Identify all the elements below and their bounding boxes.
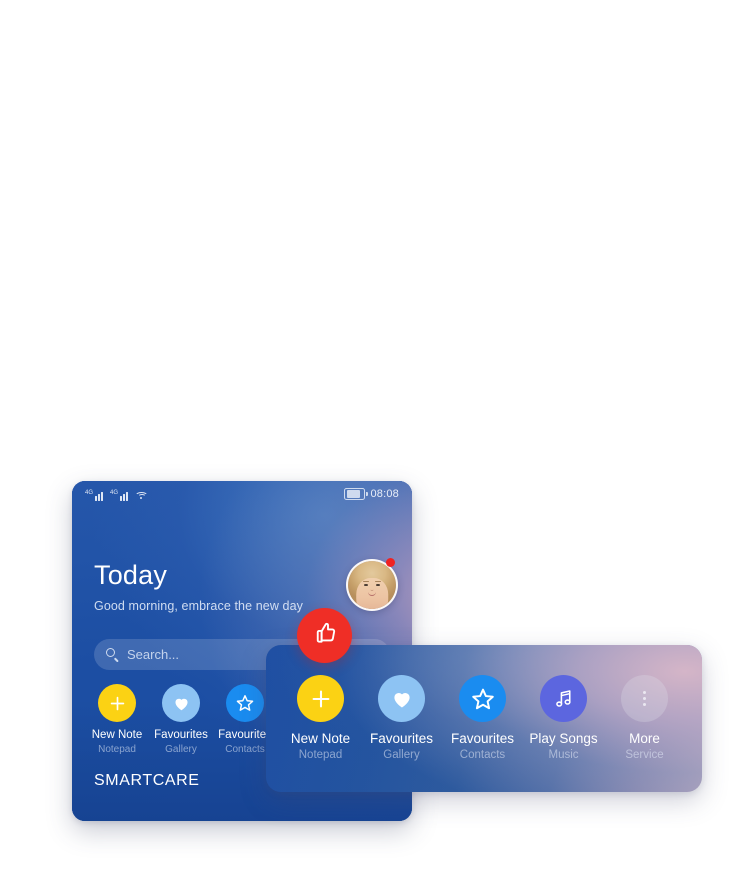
- star-icon: [226, 684, 264, 722]
- card-app-sublabel: Service: [625, 749, 664, 761]
- card-app-sublabel: Music: [548, 749, 579, 761]
- card-app-grid: New Note Notepad Favourites Gallery Favo…: [266, 675, 702, 763]
- card-app-sublabel: Gallery: [383, 749, 420, 761]
- card-shortcut-play-songs[interactable]: Play Songs Music: [523, 675, 604, 763]
- card-shortcut-favourites-contacts[interactable]: Favourites Contacts: [442, 675, 523, 763]
- app-shortcut-favourites-gallery[interactable]: Favourites Gallery: [149, 684, 213, 756]
- app-shortcut-new-note[interactable]: New Note Notepad: [85, 684, 149, 756]
- card-shortcut-favourites-gallery[interactable]: Favourites Gallery: [361, 675, 442, 763]
- card-app-label: More: [629, 731, 660, 746]
- page-subtitle: Good morning, embrace the new day: [94, 599, 303, 613]
- clock: 08:08: [370, 488, 399, 500]
- plus-icon: [297, 675, 344, 722]
- card-app-label: Favourites: [369, 731, 434, 746]
- vertical-dots: [642, 690, 647, 707]
- status-bar: 4G 4G 08:08: [72, 481, 412, 507]
- battery-icon: [344, 488, 368, 500]
- card-shortcut-new-note[interactable]: New Note Notepad: [280, 675, 361, 763]
- music-note-icon: [540, 675, 587, 722]
- thumbs-up-icon: [310, 618, 340, 653]
- card-app-label: Play Songs: [529, 731, 598, 746]
- card-shortcut-more[interactable]: More Service: [604, 675, 685, 763]
- search-input[interactable]: Search...: [127, 647, 179, 662]
- wifi-icon: [135, 491, 149, 501]
- search-icon: [106, 648, 119, 663]
- status-bar-right: 08:08: [344, 488, 399, 500]
- app-sublabel: Notepad: [98, 744, 136, 755]
- card-app-sublabel: Contacts: [459, 749, 506, 761]
- more-dots-icon: [621, 675, 668, 722]
- card-app-sublabel: Notepad: [298, 749, 343, 761]
- page-title: Today: [94, 560, 168, 590]
- avatar-photo: [348, 561, 396, 609]
- heart-icon: [162, 684, 200, 722]
- smartcare-label: SMARTCARE: [94, 772, 200, 789]
- signal-1-label: 4G: [85, 489, 94, 496]
- app-label: Favourites: [154, 729, 208, 741]
- notification-dot: [386, 558, 395, 567]
- avatar-hair: [348, 561, 396, 609]
- signal-icon-2: 4G: [110, 490, 131, 501]
- signal-2-label: 4G: [110, 489, 119, 496]
- status-bar-left: 4G 4G: [85, 488, 149, 501]
- plus-icon: [98, 684, 136, 722]
- quick-actions-card: New Note Notepad Favourites Gallery Favo…: [266, 645, 702, 792]
- card-app-label: Favourites: [450, 731, 515, 746]
- thumbs-up-badge[interactable]: [297, 608, 352, 663]
- heart-icon: [378, 675, 425, 722]
- star-icon: [459, 675, 506, 722]
- card-app-label: New Note: [290, 731, 351, 746]
- app-label: New Note: [91, 729, 143, 741]
- avatar-wrapper[interactable]: [346, 558, 398, 611]
- app-sublabel: Gallery: [165, 744, 197, 755]
- signal-icon-1: 4G: [85, 490, 106, 501]
